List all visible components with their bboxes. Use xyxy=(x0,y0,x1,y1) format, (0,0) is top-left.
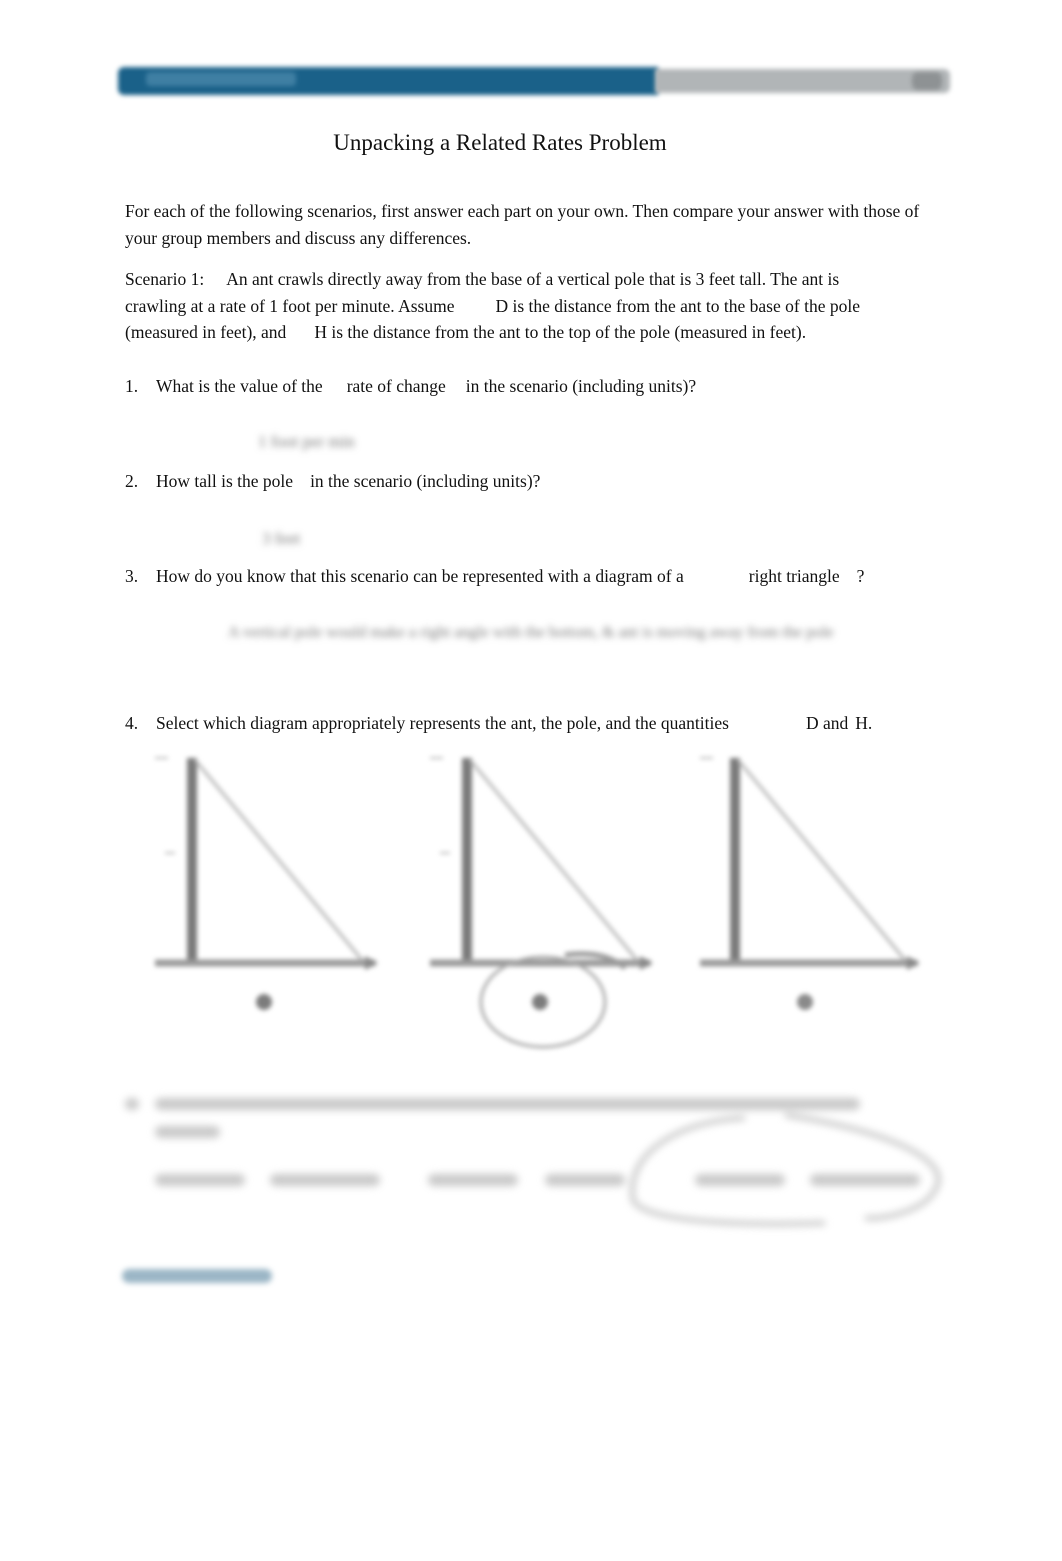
header-tag xyxy=(912,72,942,90)
intro-paragraph: For each of the following scenarios, fir… xyxy=(125,201,920,248)
scenario-label: Scenario 1: xyxy=(125,269,205,289)
header-bar-secondary xyxy=(655,69,950,93)
scenario-line-2: crawling at a rate of 1 foot per minute.… xyxy=(125,293,945,320)
question-text: ? xyxy=(856,566,865,586)
header-label xyxy=(146,72,296,86)
right-triangle-diagram xyxy=(430,757,653,1049)
question-number: 2. xyxy=(125,471,139,491)
question-3: 3. How do you know that this scenario can… xyxy=(125,566,864,587)
right-triangle-diagram xyxy=(155,757,378,1010)
scenario-text: is the distance from the ant to the base… xyxy=(512,295,860,316)
scenario-text: (measured in feet), and xyxy=(125,322,287,342)
scenario-text: crawling at a rate of 1 foot per minute.… xyxy=(125,295,455,316)
scenario-text: An ant crawls directly away from the bas… xyxy=(226,269,840,289)
question-4: 4. Select which diagram appropriately rep… xyxy=(125,713,872,734)
question-number: 4. xyxy=(125,713,139,733)
header-bar-primary xyxy=(118,67,658,95)
question-text: Select which diagram appropriately repre… xyxy=(156,713,729,733)
question-text: in the scenario (including units)? xyxy=(310,471,541,491)
answer-2: 3 feet xyxy=(262,529,301,548)
question-text: and xyxy=(822,713,849,733)
selection-circle xyxy=(630,1113,941,1226)
question-term: right triangle xyxy=(748,566,840,586)
question-text: in the scenario (including units)? xyxy=(465,376,697,396)
right-triangle-diagram xyxy=(700,757,920,1010)
diagram-option-b[interactable]: B xyxy=(425,750,665,1065)
variable-d: D xyxy=(805,713,819,733)
answer-3: A vertical pole would make a right angle… xyxy=(228,624,834,641)
variable-h: H. xyxy=(855,713,873,733)
question-number: 1. xyxy=(125,376,139,396)
question-text: How do you know that this scenario can b… xyxy=(156,566,684,586)
scenario-paragraph: Scenario 1: An ant crawls directly away f… xyxy=(125,266,945,346)
page-title: Unpacking a Related Rates Problem xyxy=(333,130,667,155)
diagram-option-c[interactable]: C xyxy=(695,750,935,1035)
question-text: What is the value of the xyxy=(156,376,323,396)
scenario-text: is the distance from the ant to the top … xyxy=(331,322,807,342)
logo-mark xyxy=(122,1269,272,1283)
scenario-line-1: Scenario 1: An ant crawls directly away f… xyxy=(125,266,945,293)
question-5-obscured xyxy=(125,1090,955,1230)
question-1: 1. What is the value of the rate of change… xyxy=(125,376,696,397)
variable-h: H xyxy=(314,322,327,342)
footer-logo xyxy=(122,1266,272,1286)
question-number: 3. xyxy=(125,566,139,586)
diagram-option-a[interactable]: A xyxy=(150,750,390,1035)
scenario-line-3: (measured in feet), and H is the distance… xyxy=(125,319,945,346)
answer-1: 1 foot per min xyxy=(258,432,355,451)
question-text: How tall is the pole xyxy=(156,471,294,491)
question-2: 2. How tall is the pole in the scenario (i… xyxy=(125,471,540,492)
variable-d: D xyxy=(495,295,509,316)
question-term: rate of change xyxy=(346,376,446,396)
